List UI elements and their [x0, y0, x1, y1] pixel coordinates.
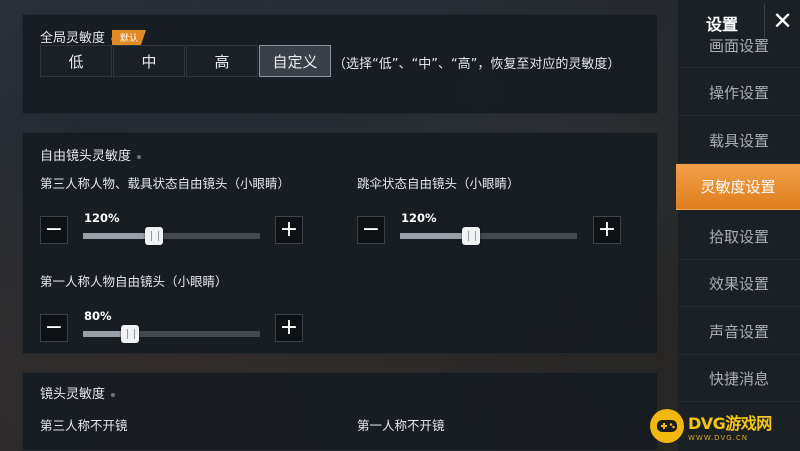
third-person-no-scope-label: 第三人称不开镜 [40, 418, 128, 433]
parachute-slider[interactable] [400, 227, 577, 245]
sidebar-item-audio[interactable]: 声音设置 [678, 309, 800, 355]
free-camera-panel: 自由镜头灵敏度 第三人称人物、载具状态自由镜头（小眼睛） − 120% + 跳伞… [22, 132, 658, 354]
slider-thumb[interactable] [462, 227, 480, 245]
slider-thumb[interactable] [145, 227, 163, 245]
lens-sensitivity-title: 镜头灵敏度 [40, 383, 116, 402]
first-person-slider[interactable] [83, 325, 260, 343]
sidebar-item-pickup[interactable]: 拾取设置 [678, 214, 800, 260]
preset-medium-button[interactable]: 中 [113, 45, 185, 77]
global-sensitivity-title: 全局灵敏度 [40, 27, 116, 46]
global-sensitivity-panel: 全局灵敏度 默认 低 中 高 自定义 （选择“低”、“中”、“高”，恢复至对应的… [22, 14, 658, 114]
lens-sensitivity-panel: 镜头灵敏度 第三人称不开镜 第一人称不开镜 [22, 372, 658, 451]
first-person-increase-button[interactable]: + [275, 314, 303, 342]
sidebar-item-quick-messages[interactable]: 快捷消息 [678, 356, 800, 402]
settings-content: 全局灵敏度 默认 低 中 高 自定义 （选择“低”、“中”、“高”，恢复至对应的… [0, 0, 676, 451]
minus-icon: − [44, 315, 64, 340]
third-person-slider[interactable] [83, 227, 260, 245]
slider-thumb[interactable] [121, 325, 139, 343]
parachute-decrease-button[interactable]: − [357, 216, 385, 244]
preset-custom-button[interactable]: 自定义 [259, 45, 331, 77]
free-camera-title: 自由镜头灵敏度 [40, 145, 142, 164]
third-person-increase-button[interactable]: + [275, 216, 303, 244]
minus-icon: − [361, 217, 381, 242]
sidebar-item-vehicle[interactable]: 载具设置 [678, 118, 800, 164]
gamepad-icon [650, 409, 684, 443]
parachute-free-cam-label: 跳伞状态自由镜头（小眼睛） [357, 176, 520, 191]
third-person-decrease-button[interactable]: − [40, 216, 68, 244]
watermark-brand: DVG游戏网 [688, 414, 772, 433]
third-person-value: 120% [84, 211, 120, 225]
first-person-no-scope-label: 第一人称不开镜 [357, 418, 445, 433]
first-person-free-cam-label: 第一人称人物自由镜头（小眼睛） [40, 274, 228, 289]
first-person-decrease-button[interactable]: − [40, 314, 68, 342]
slider-fill [83, 233, 154, 239]
parachute-value: 120% [401, 211, 437, 225]
default-badge: 默认 [112, 30, 146, 45]
preset-high-button[interactable]: 高 [186, 45, 258, 77]
plus-icon: + [279, 217, 299, 242]
sidebar-item-sensitivity[interactable]: 灵敏度设置 [676, 164, 800, 210]
sidebar-item-effects[interactable]: 效果设置 [678, 261, 800, 307]
plus-icon: + [597, 217, 617, 242]
sidebar-item-controls[interactable]: 操作设置 [678, 70, 800, 116]
slider-fill [400, 233, 471, 239]
third-person-free-cam-label: 第三人称人物、载具状态自由镜头（小眼睛） [40, 176, 291, 191]
settings-sidebar: 设置 ✕ 画面设置 操作设置 载具设置 灵敏度设置 拾取设置 效果设置 声音设置… [676, 0, 800, 451]
parachute-increase-button[interactable]: + [593, 216, 621, 244]
preset-low-button[interactable]: 低 [40, 45, 112, 77]
minus-icon: − [44, 217, 64, 242]
first-person-value: 80% [84, 309, 112, 323]
watermark-url: WWW.DVG.CN [688, 434, 749, 442]
site-watermark: DVG游戏网 WWW.DVG.CN [650, 404, 798, 448]
sensitivity-preset-group: 低 中 高 自定义 [40, 45, 332, 77]
preset-note: （选择“低”、“中”、“高”，恢复至对应的灵敏度） [333, 57, 621, 72]
sidebar-item-graphics[interactable]: 画面设置 [678, 24, 800, 68]
plus-icon: + [279, 315, 299, 340]
